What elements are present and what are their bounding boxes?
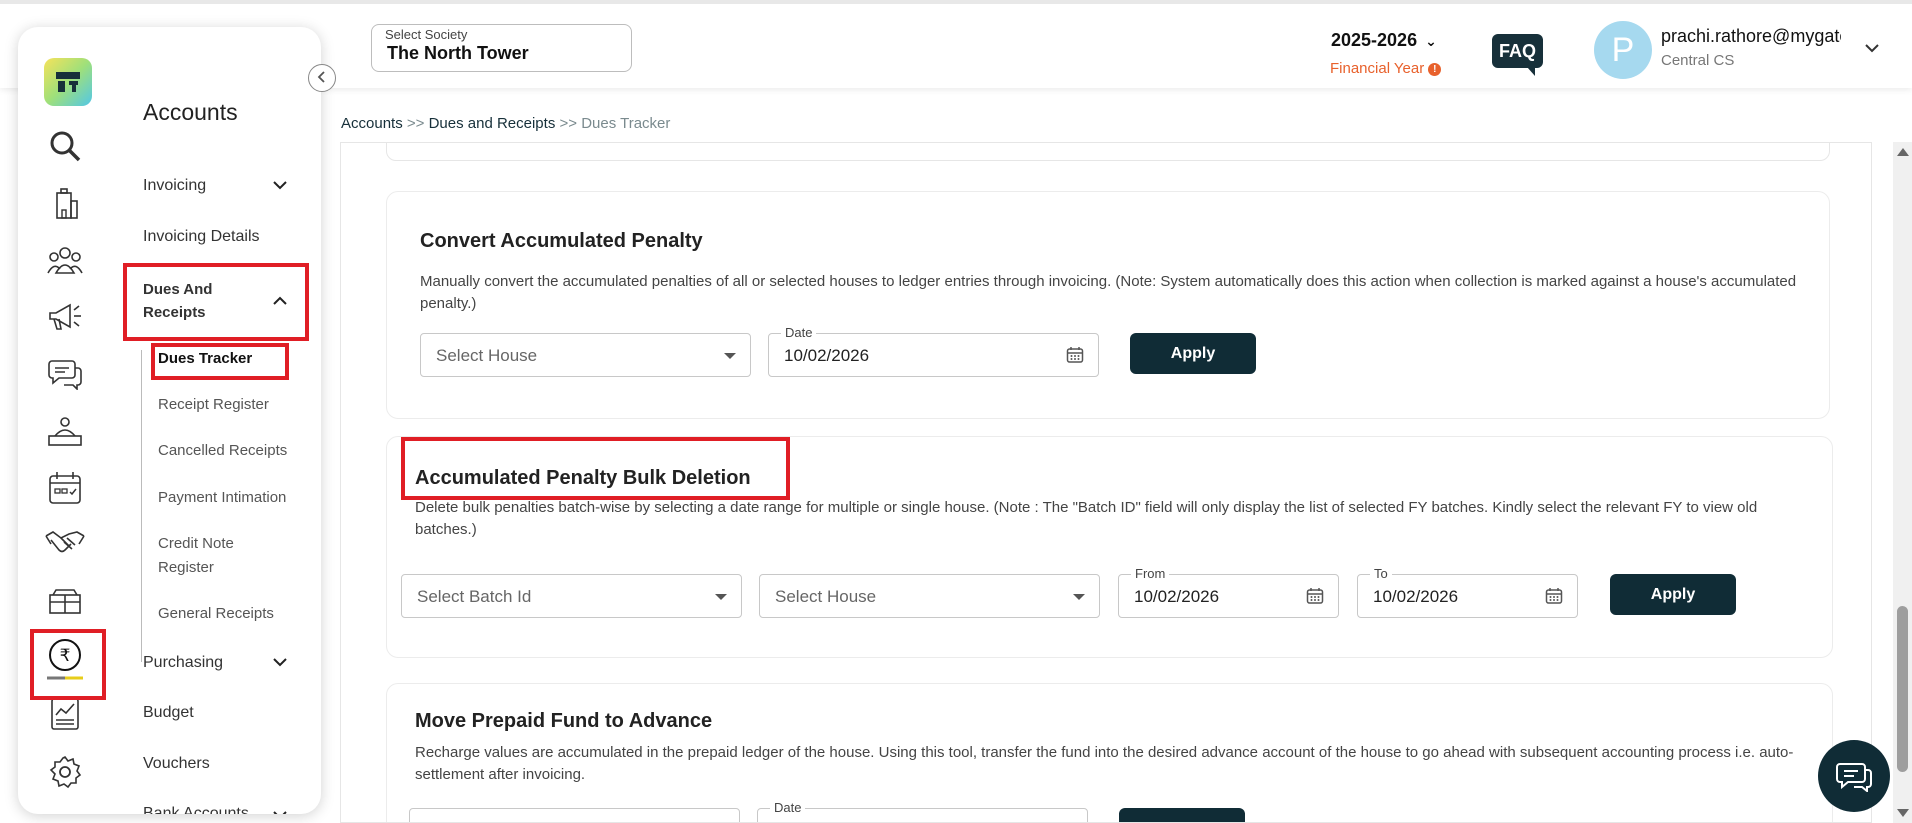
dropdown-caret-icon: [715, 594, 727, 600]
date-value: 10/02/2026: [784, 346, 870, 365]
society-selector-value: The North Tower: [387, 43, 529, 63]
financial-year-text: Financial Year: [1330, 60, 1425, 77]
highlight-bulk-deletion-title: [401, 437, 790, 500]
select-dropdown[interactable]: [409, 808, 740, 822]
sidebar-item-purchasing[interactable]: Purchasing: [143, 654, 223, 672]
highlight-accounts-icon: [30, 629, 106, 700]
user-role: Central CS: [1661, 52, 1735, 69]
dropdown-caret-icon: [724, 353, 736, 359]
from-date-value: 10/02/2026: [1134, 587, 1220, 606]
app-logo-icon[interactable]: [44, 58, 92, 106]
dropdown-caret-icon: [1073, 594, 1085, 600]
breadcrumb-accounts[interactable]: Accounts: [341, 115, 403, 132]
megaphone-icon[interactable]: [45, 297, 85, 337]
society-selector[interactable]: Select Society The North Tower: [371, 24, 632, 72]
section-title: Convert Accumulated Penalty: [420, 230, 703, 252]
select-batch-id-dropdown[interactable]: Select Batch Id: [401, 574, 742, 618]
breadcrumb-dues-and-receipts[interactable]: Dues and Receipts: [429, 115, 556, 132]
chevron-down-icon: ⌄: [1425, 33, 1437, 49]
sidebar-subitem-credit-note-register[interactable]: Credit Note Register: [158, 532, 268, 580]
calendar-icon[interactable]: [1545, 587, 1563, 610]
vertical-scrollbar[interactable]: [1893, 142, 1912, 823]
submenu-guide-line: [141, 350, 142, 662]
breadcrumb: Accounts >> Dues and Receipts >> Dues Tr…: [341, 115, 670, 132]
highlight-dues-tracker: [151, 343, 289, 380]
chevron-down-icon[interactable]: [273, 177, 287, 193]
settings-icon[interactable]: [45, 752, 85, 792]
chat-bubble-icon: [1836, 763, 1872, 792]
previous-section-card: [386, 143, 1830, 161]
user-email: prachi.rathore@mygate.com: [1661, 26, 1841, 46]
sidebar-item-budget[interactable]: Budget: [143, 704, 194, 722]
chat-support-button[interactable]: [1818, 740, 1890, 812]
apply-button[interactable]: Apply: [1610, 574, 1736, 615]
breadcrumb-separator: >>: [559, 115, 578, 132]
section-description: Manually convert the accumulated penalti…: [420, 273, 1797, 312]
date-field[interactable]: Date 10/02/2026: [768, 325, 1099, 377]
scroll-up-arrow-icon[interactable]: [1897, 148, 1909, 156]
user-menu-chevron-icon[interactable]: [1864, 40, 1880, 58]
sidebar-subitem-general-receipts[interactable]: General Receipts: [158, 602, 274, 626]
sidebar-subitem-cancelled-receipts[interactable]: Cancelled Receipts: [158, 439, 287, 463]
sidebar-subitem-receipt-register[interactable]: Receipt Register: [158, 393, 269, 417]
from-date-field[interactable]: From 10/02/2026: [1118, 566, 1339, 618]
scroll-down-arrow-icon[interactable]: [1897, 809, 1909, 817]
search-icon[interactable]: [45, 126, 85, 166]
society-selector-label: Select Society: [385, 27, 468, 42]
community-icon[interactable]: [45, 240, 85, 280]
prepaid-fund-section: Move Prepaid Fund to Advance Recharge va…: [386, 683, 1833, 822]
breadcrumb-dues-tracker: Dues Tracker: [581, 115, 671, 132]
sidebar-item-bank-accounts[interactable]: Bank Accounts: [143, 805, 249, 814]
building-icon[interactable]: [45, 184, 85, 224]
select-house-dropdown[interactable]: Select House: [759, 574, 1100, 618]
select-house-placeholder: Select House: [436, 346, 538, 365]
collapse-sidebar-button[interactable]: [308, 64, 336, 92]
from-label: From: [1131, 566, 1170, 581]
section-description: Recharge values are accumulated in the p…: [415, 744, 1794, 783]
sidebar-subitem-payment-intimation[interactable]: Payment Intimation: [158, 486, 286, 510]
sidebar-title: Accounts: [143, 99, 238, 125]
sidebar-item-invoicing-details[interactable]: Invoicing Details: [143, 228, 260, 246]
select-house-placeholder: Select House: [775, 587, 877, 606]
apply-button[interactable]: Apply: [1130, 333, 1256, 374]
sidebar-item-vouchers[interactable]: Vouchers: [143, 755, 210, 773]
to-date-field[interactable]: To 10/02/2026: [1357, 566, 1578, 618]
chevron-left-icon: [317, 71, 325, 83]
chevron-down-icon[interactable]: [273, 807, 287, 814]
select-house-dropdown[interactable]: Select House: [420, 333, 751, 377]
select-batch-placeholder: Select Batch Id: [417, 587, 532, 606]
warning-icon: !: [1428, 63, 1442, 76]
faq-button[interactable]: FAQ: [1492, 34, 1543, 76]
amenities-icon[interactable]: [45, 582, 85, 622]
financial-year-label: Financial Year!: [1330, 60, 1442, 77]
highlight-dues-and-receipts: [123, 263, 309, 341]
calendar-icon[interactable]: [1066, 346, 1084, 369]
calendar-icon[interactable]: [1306, 587, 1324, 610]
date-label: Date: [770, 800, 806, 815]
to-label: To: [1370, 566, 1392, 581]
reports-icon[interactable]: [45, 694, 85, 734]
convert-penalty-section: Convert Accumulated Penalty Manually con…: [386, 191, 1830, 419]
section-title: Move Prepaid Fund to Advance: [415, 710, 713, 732]
breadcrumb-separator: >>: [406, 115, 425, 132]
avatar[interactable]: P: [1594, 21, 1652, 79]
scroll-thumb[interactable]: [1897, 606, 1908, 772]
to-date-value: 10/02/2026: [1373, 587, 1459, 606]
financial-year-selector[interactable]: 2025-2026 ⌄: [1331, 30, 1437, 51]
chevron-down-icon[interactable]: [273, 654, 287, 670]
sidebar-item-invoicing[interactable]: Invoicing: [143, 177, 206, 195]
handshake-icon[interactable]: [45, 523, 85, 563]
helpdesk-icon[interactable]: [45, 412, 85, 452]
calendar-icon[interactable]: [45, 468, 85, 508]
apply-button[interactable]: [1119, 808, 1245, 822]
financial-year-value: 2025-2026: [1331, 30, 1418, 50]
section-description: Delete bulk penalties batch-wise by sele…: [415, 499, 1758, 538]
chat-icon[interactable]: [45, 354, 85, 394]
date-field[interactable]: Date: [757, 800, 1088, 822]
date-label: Date: [781, 325, 817, 340]
